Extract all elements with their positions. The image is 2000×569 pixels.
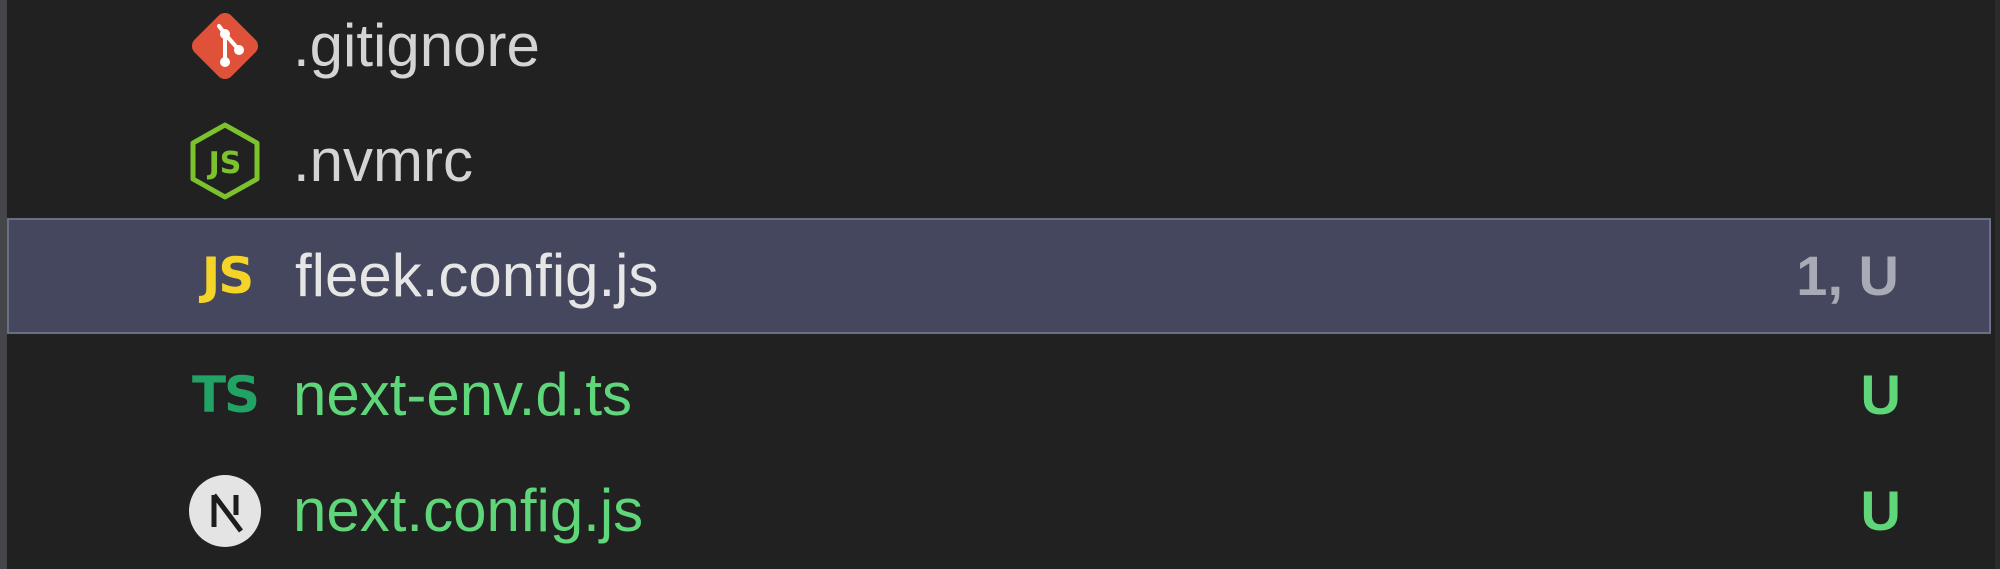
file-name: next-env.d.ts	[293, 361, 633, 428]
git-icon	[183, 4, 267, 88]
typescript-icon: TS	[183, 353, 267, 437]
file-row-gitignore[interactable]: .gitignore	[7, 0, 1991, 104]
git-status: 1, U	[1796, 244, 1899, 307]
file-row-nvmrc[interactable]: JS .nvmrc	[7, 103, 1991, 219]
svg-text:JS: JS	[207, 146, 242, 181]
nodejs-icon: JS	[183, 119, 267, 203]
typescript-icon-glyph: TS	[191, 366, 260, 424]
explorer-scrollbar-track[interactable]	[1995, 0, 2000, 569]
nextjs-icon	[183, 469, 267, 553]
explorer-left-border	[0, 0, 7, 569]
git-status: U	[1860, 363, 1901, 426]
file-row-fleek-config[interactable]: JS fleek.config.js 1, U	[7, 218, 1991, 334]
file-explorer: .gitignore JS .nvmrc JS fleek.config.js …	[0, 0, 2000, 569]
file-name: .gitignore	[293, 12, 540, 79]
file-name: next.config.js	[293, 477, 644, 544]
file-row-next-config[interactable]: next.config.js U	[7, 453, 1991, 569]
file-row-next-env[interactable]: TS next-env.d.ts U	[7, 337, 1991, 453]
file-name: fleek.config.js	[295, 242, 659, 309]
javascript-icon: JS	[185, 234, 269, 318]
file-name: .nvmrc	[293, 127, 473, 194]
javascript-icon-glyph: JS	[201, 247, 255, 305]
git-status: U	[1860, 479, 1901, 542]
